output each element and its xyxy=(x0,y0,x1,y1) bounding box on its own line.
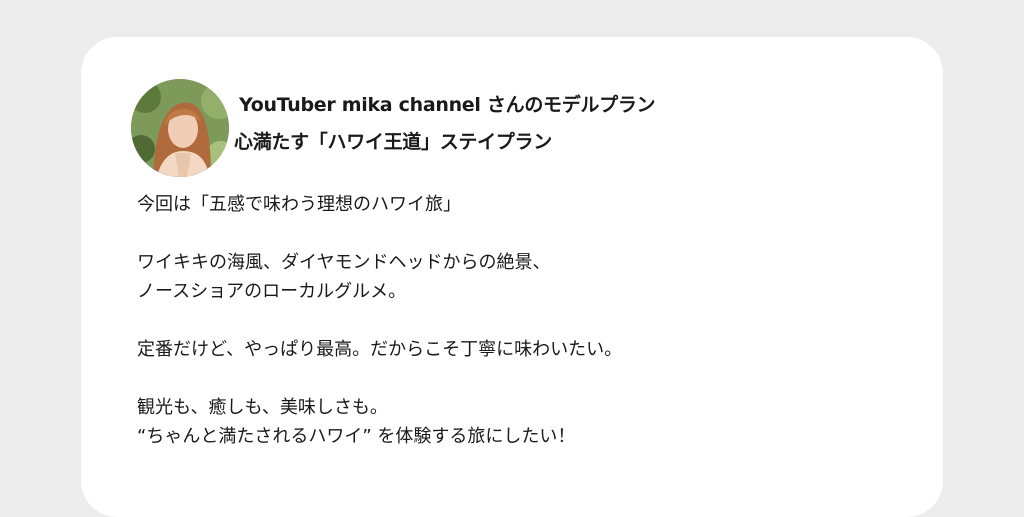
text-line: “ちゃんと満たされるハワイ” を体験する旅にしたい！ xyxy=(137,426,576,447)
plan-title: YouTuber mika channel さんのモデルプラン xyxy=(239,94,656,116)
plan-subtitle: 心満たす「ハワイ王道」ステイプラン xyxy=(234,131,552,153)
text-line: 観光も、癒しも、美味しさも。 xyxy=(137,397,388,418)
plan-description: 今回は「五感で味わう理想のハワイ旅」 ワイキキの海風、ダイヤモンドヘッドからの絶… xyxy=(137,190,897,480)
paragraph: 今回は「五感で味わう理想のハワイ旅」 xyxy=(137,190,897,219)
text-line: 定番だけど、やっぱり最高。だからこそ丁寧に味わいたい。 xyxy=(137,339,623,360)
avatar-photo xyxy=(131,79,229,177)
text-line: ワイキキの海風、ダイヤモンドヘッドからの絶景、 xyxy=(137,252,551,273)
text-line: 今回は「五感で味わう理想のハワイ旅」 xyxy=(137,194,461,215)
text-line: ノースショアのローカルグルメ。 xyxy=(137,281,407,302)
paragraph: 観光も、癒しも、美味しさも。 “ちゃんと満たされるハワイ” を体験する旅にしたい… xyxy=(137,393,897,451)
plan-card: YouTuber mika channel さんのモデルプラン 心満たす「ハワイ… xyxy=(81,37,943,517)
creator-avatar xyxy=(131,79,229,177)
paragraph: ワイキキの海風、ダイヤモンドヘッドからの絶景、 ノースショアのローカルグルメ。 xyxy=(137,248,897,306)
paragraph: 定番だけど、やっぱり最高。だからこそ丁寧に味わいたい。 xyxy=(137,335,897,364)
